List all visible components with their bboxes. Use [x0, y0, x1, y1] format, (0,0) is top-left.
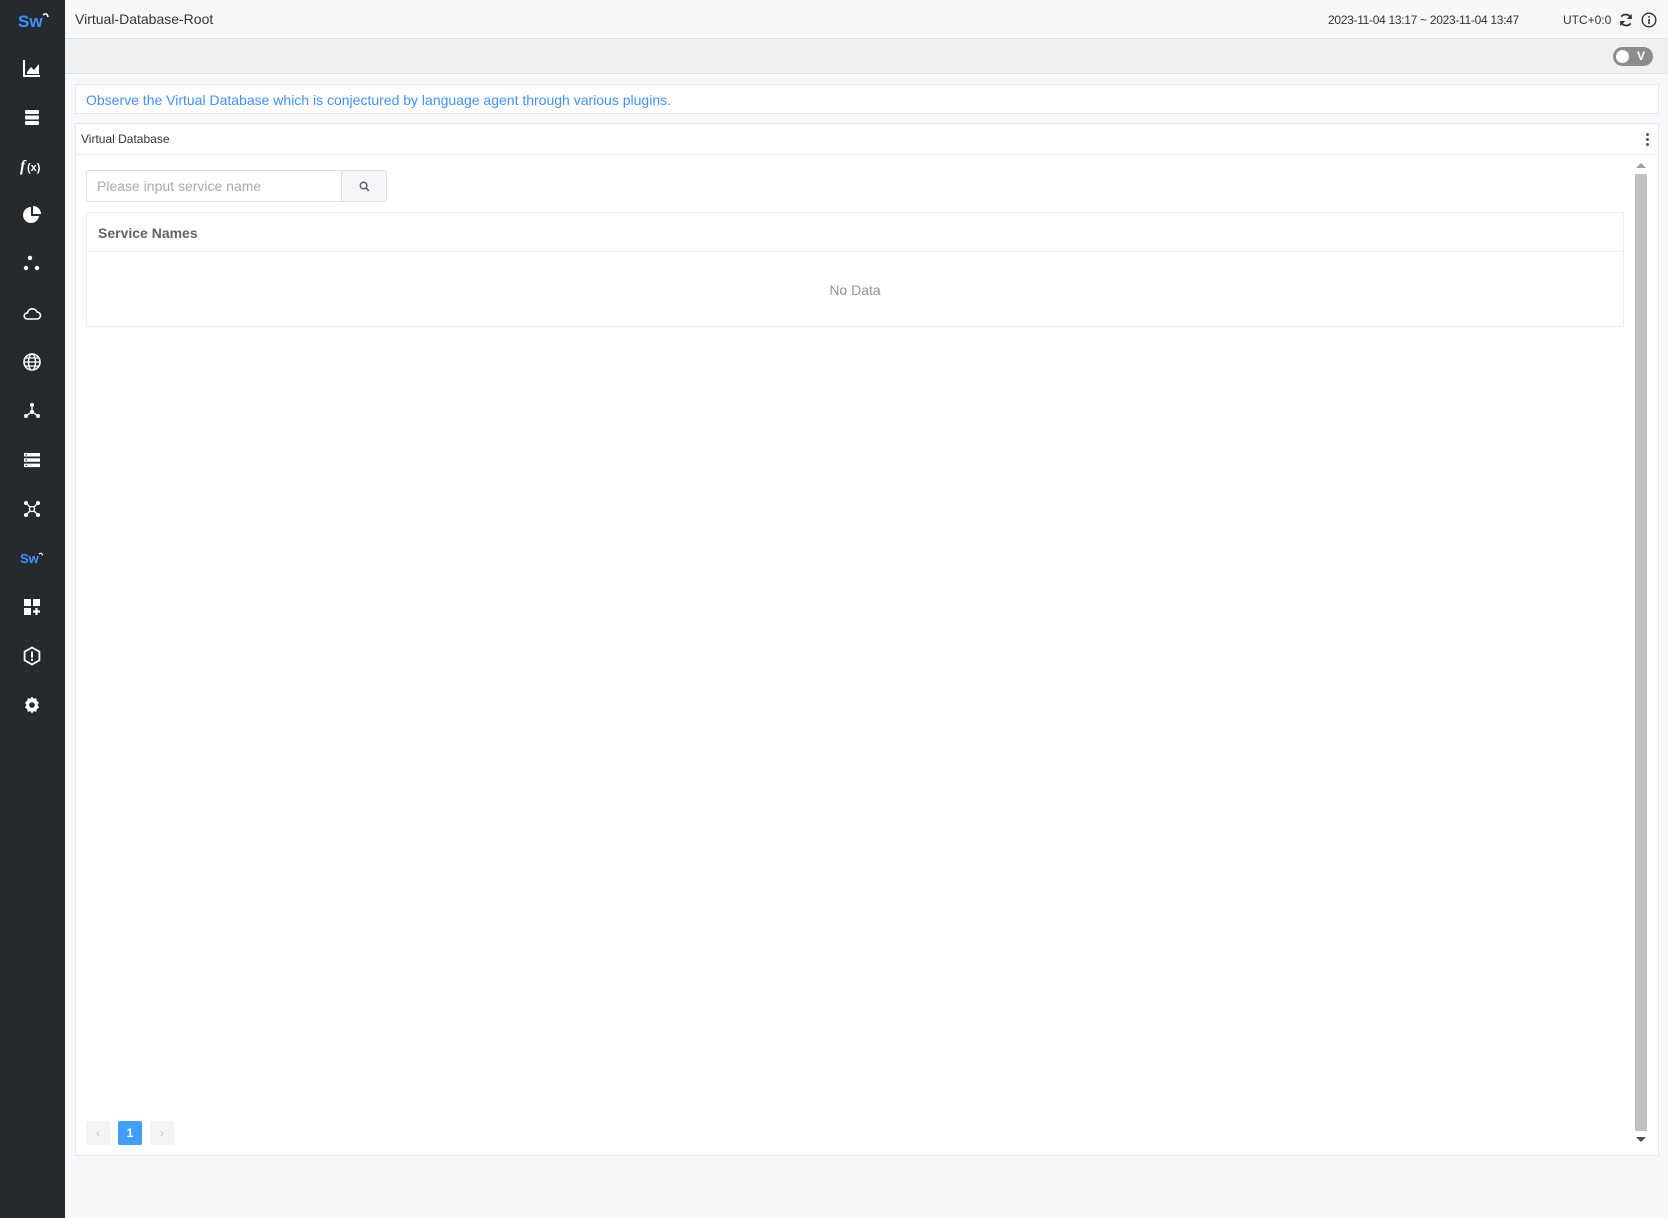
alarm-icon	[23, 646, 41, 666]
virtual-database-panel: Virtual Database Service Names No Data ‹…	[75, 123, 1659, 1156]
scroll-up-arrow[interactable]	[1636, 163, 1646, 168]
info-icon[interactable]	[1641, 12, 1657, 28]
page-1-button[interactable]: 1	[118, 1121, 142, 1145]
sidebar-item-dashboards[interactable]	[17, 592, 47, 622]
sidebar: Sw f (x) Sw	[0, 0, 65, 1218]
sidebar-item-database[interactable]	[17, 102, 47, 132]
next-page-button[interactable]: ›	[150, 1121, 174, 1145]
logo[interactable]: Sw	[0, 0, 65, 40]
sidebar-item-browser[interactable]	[17, 347, 47, 377]
sw-logo-icon: Sw	[18, 12, 49, 31]
nodes-icon	[23, 255, 40, 271]
search-icon	[359, 181, 369, 191]
svg-text:Sw: Sw	[18, 12, 43, 31]
panel-title: Virtual Database	[81, 132, 170, 146]
sidebar-item-general-service[interactable]	[17, 53, 47, 83]
scrollbar[interactable]	[1633, 157, 1647, 1148]
topology-icon	[24, 501, 40, 517]
line-chart-icon	[23, 60, 40, 77]
dashboard-toolbar: V	[65, 39, 1668, 74]
cloud-icon	[23, 308, 42, 320]
description-text: Observe the Virtual Database which is co…	[86, 92, 671, 108]
sidebar-item-skywalking[interactable]: Sw	[17, 543, 47, 573]
function-icon: f (x)	[20, 158, 41, 175]
sidebar-item-mesh[interactable]	[17, 249, 47, 279]
list-icon	[24, 453, 40, 468]
sidebar-item-functions[interactable]: f (x)	[17, 151, 47, 181]
settings-icon	[25, 696, 39, 714]
toggle-label: V	[1637, 49, 1646, 63]
sidebar-item-topology[interactable]	[17, 494, 47, 524]
service-table: Service Names No Data	[86, 212, 1624, 327]
scroll-thumb[interactable]	[1635, 174, 1647, 1131]
sidebar-item-infrastructure[interactable]	[17, 396, 47, 426]
panel-header: Virtual Database	[76, 124, 1658, 155]
scroll-down-arrow[interactable]	[1636, 1137, 1646, 1142]
search-button[interactable]	[341, 170, 387, 202]
prev-page-button[interactable]: ‹	[86, 1121, 110, 1145]
empty-state: No Data	[829, 281, 881, 298]
dashboard-add-icon	[24, 599, 40, 615]
search-input[interactable]	[86, 170, 341, 202]
time-range-picker[interactable]: 2023-11-04 13:17 ~ 2023-11-04 13:47	[1328, 13, 1519, 27]
pie-chart-icon	[23, 206, 41, 223]
table-header: Service Names	[87, 213, 1623, 252]
sw-logo-icon: Sw	[20, 551, 44, 566]
view-mode-toggle[interactable]: V	[1613, 47, 1653, 66]
sidebar-item-kubernetes[interactable]	[17, 298, 47, 328]
database-icon	[25, 110, 39, 125]
more-options-icon[interactable]	[1642, 131, 1652, 149]
page-title: Virtual-Database-Root	[75, 11, 214, 27]
network-icon	[24, 403, 40, 418]
reload-icon[interactable]	[1618, 12, 1634, 28]
timezone-label[interactable]: UTC+0:0	[1563, 13, 1611, 27]
sidebar-item-alerting[interactable]	[17, 641, 47, 671]
svg-text:(x): (x)	[27, 162, 41, 174]
column-header-service-names[interactable]: Service Names	[98, 225, 198, 241]
description-banner: Observe the Virtual Database which is co…	[75, 84, 1659, 114]
pagination: ‹ 1 ›	[86, 1121, 174, 1145]
globe-icon	[23, 353, 41, 371]
svg-text:f: f	[20, 158, 27, 175]
sidebar-item-settings[interactable]	[17, 690, 47, 720]
top-bar: Virtual-Database-Root 2023-11-04 13:17 ~…	[65, 0, 1668, 39]
sidebar-item-self-observability[interactable]	[17, 200, 47, 230]
sidebar-item-gateway[interactable]	[17, 445, 47, 475]
toggle-knob	[1616, 50, 1629, 63]
svg-text:Sw: Sw	[20, 551, 40, 566]
